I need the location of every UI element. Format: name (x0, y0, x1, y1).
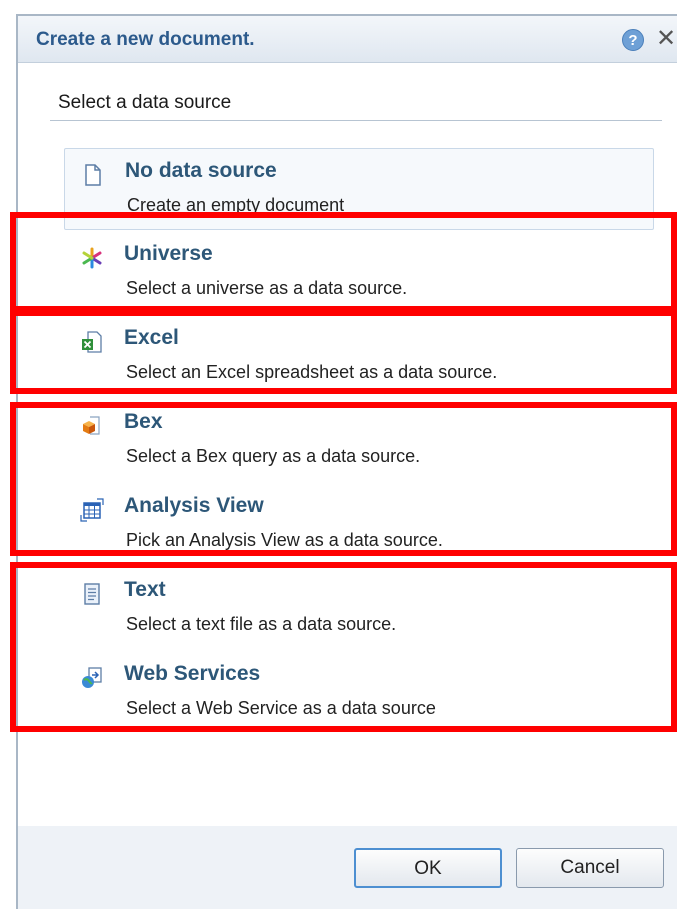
cancel-button[interactable]: Cancel (516, 848, 664, 888)
highlight-box-excel (10, 310, 677, 394)
section-divider (50, 120, 662, 121)
highlight-box-bex-analysis (10, 402, 677, 556)
close-icon[interactable]: ✕ (656, 26, 676, 52)
option-label: No data source (125, 159, 277, 182)
highlight-box-text-web (10, 562, 677, 732)
highlight-box-universe (10, 212, 677, 312)
dialog-titlebar: Create a new document. ? ✕ (18, 16, 677, 63)
ok-button[interactable]: OK (354, 848, 502, 888)
dialog-title: Create a new document. (36, 29, 255, 50)
section-label: Select a data source (58, 92, 232, 113)
blank-document-icon (85, 164, 101, 186)
help-icon[interactable]: ? (622, 29, 644, 51)
